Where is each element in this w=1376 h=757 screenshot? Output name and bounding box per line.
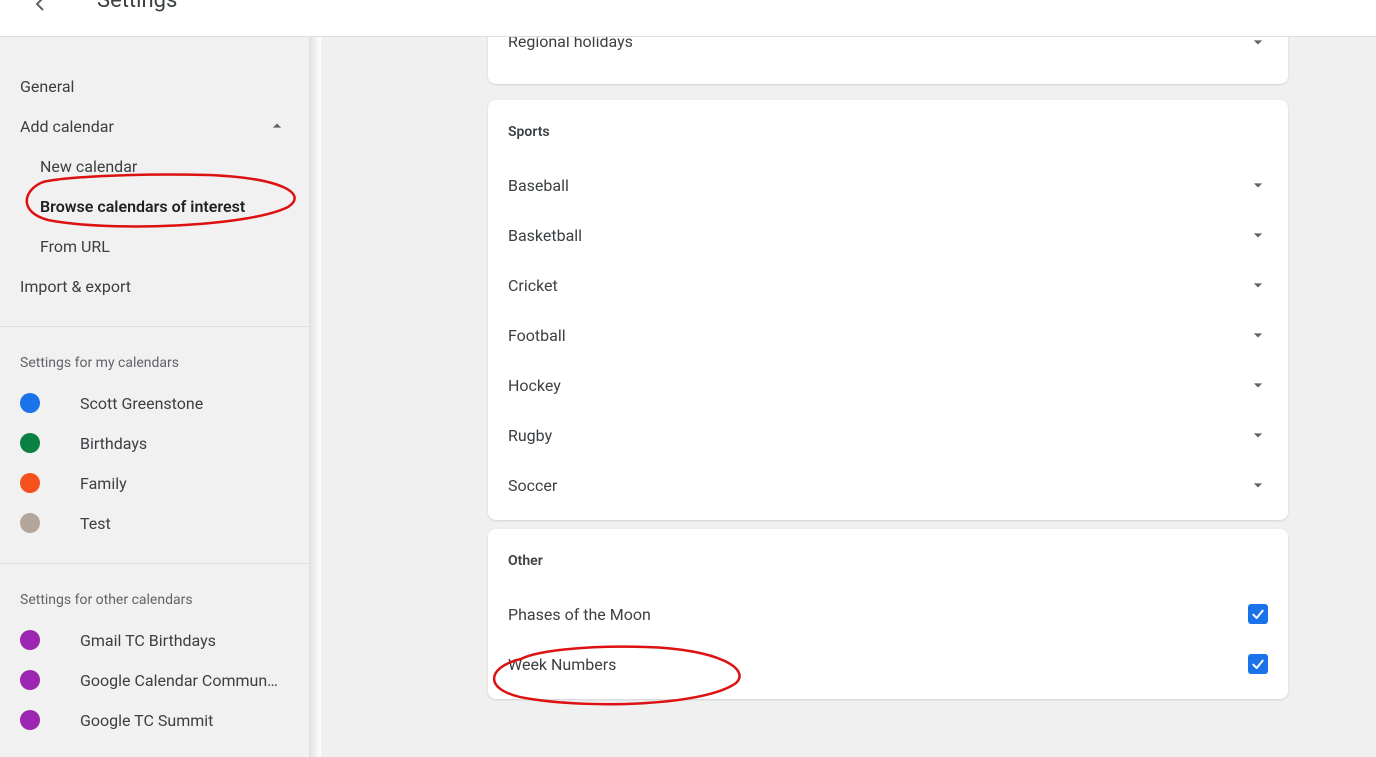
calendar-label: Family [80,474,127,493]
sidebar-item-import-export[interactable]: Import & export [0,266,309,306]
category-row-regional-holidays[interactable]: Regional holidays [488,37,1288,76]
category-row[interactable]: Hockey [488,360,1288,410]
other-item-row[interactable]: Phases of the Moon [488,589,1288,639]
card-title: Other [488,529,1288,589]
chevron-down-icon [1248,225,1268,245]
checkbox-checked-icon[interactable] [1248,604,1268,624]
chevron-down-icon [1248,425,1268,445]
category-label: Baseball [508,176,569,195]
category-label: Football [508,326,566,345]
calendar-label: Scott Greenstone [80,394,203,413]
sidebar-item-label: General [20,77,74,96]
calendar-color-dot [20,393,40,413]
calendar-label: Birthdays [80,434,147,453]
settings-sidebar: General Add calendar New calendar Browse… [0,37,309,757]
calendar-color-dot [20,670,40,690]
settings-main: Regional holidays Sports Baseball Basketb… [321,37,1376,757]
calendar-row[interactable]: Birthdays [0,423,309,463]
category-row[interactable]: Cricket [488,260,1288,310]
back-arrow-icon[interactable] [28,0,52,16]
page-title: Settings [97,0,177,13]
sidebar-item-label: From URL [40,237,110,256]
category-label: Soccer [508,476,557,495]
calendar-color-dot [20,473,40,493]
calendar-color-dot [20,433,40,453]
other-item-label: Week Numbers [508,655,616,674]
other-item-row[interactable]: Week Numbers [488,639,1288,689]
sidebar-item-label: Add calendar [20,117,114,136]
checkbox-checked-icon[interactable] [1248,654,1268,674]
card-title: Sports [488,100,1288,160]
sidebar-item-label: Import & export [20,277,131,296]
sidebar-section-my-calendars: Settings for my calendars [0,327,309,383]
calendar-color-dot [20,630,40,650]
calendar-label: Google Calendar Commun… [80,671,278,690]
category-label: Basketball [508,226,582,245]
calendar-row[interactable]: Google Calendar Commun… [0,660,309,700]
sidebar-item-label: New calendar [40,157,137,176]
category-row[interactable]: Soccer [488,460,1288,510]
category-label: Rugby [508,426,552,445]
sidebar-item-new-calendar[interactable]: New calendar [0,146,309,186]
category-row[interactable]: Baseball [488,160,1288,210]
other-item-label: Phases of the Moon [508,605,651,624]
calendar-label: Google TC Summit [80,711,213,730]
calendar-color-dot [20,513,40,533]
vertical-shadow [309,37,321,757]
sidebar-item-general[interactable]: General [0,66,309,106]
chevron-down-icon [1248,375,1268,395]
chevron-down-icon [1248,275,1268,295]
chevron-up-icon [267,116,287,136]
sidebar-section-other-calendars: Settings for other calendars [0,564,309,620]
calendar-label: Gmail TC Birthdays [80,631,216,650]
sidebar-item-browse-calendars[interactable]: Browse calendars of interest [0,186,309,226]
sidebar-item-label: Browse calendars of interest [40,197,245,216]
calendar-row[interactable]: Family [0,463,309,503]
category-row[interactable]: Football [488,310,1288,360]
chevron-down-icon [1248,325,1268,345]
category-row[interactable]: Basketball [488,210,1288,260]
category-row[interactable]: Rugby [488,410,1288,460]
calendar-row[interactable]: Google TC Summit [0,700,309,740]
sidebar-item-from-url[interactable]: From URL [0,226,309,266]
calendar-label: Test [80,514,111,533]
chevron-down-icon [1248,37,1268,52]
chevron-down-icon [1248,175,1268,195]
other-card: Other Phases of the Moon Week Numbers [488,529,1288,699]
calendar-row[interactable]: Test [0,503,309,543]
calendar-row[interactable]: Gmail TC Birthdays [0,620,309,660]
calendar-color-dot [20,710,40,730]
sports-card: Sports Baseball Basketball Cricket Football… [488,100,1288,520]
category-label: Cricket [508,276,558,295]
settings-header: Settings [0,0,1376,37]
chevron-down-icon [1248,475,1268,495]
sidebar-item-add-calendar[interactable]: Add calendar [0,106,309,146]
category-label: Hockey [508,376,561,395]
category-label: Regional holidays [508,37,633,51]
regional-holidays-card: Regional holidays [488,37,1288,84]
calendar-row[interactable]: Scott Greenstone [0,383,309,423]
